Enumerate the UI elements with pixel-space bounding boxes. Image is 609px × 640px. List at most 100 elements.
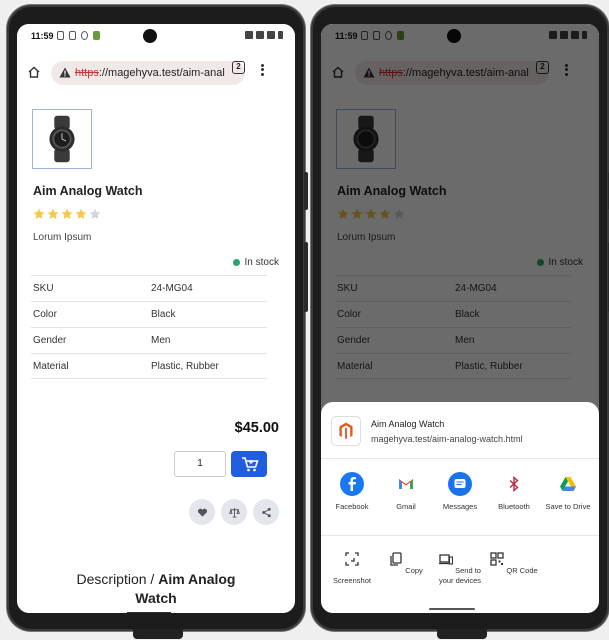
product-image[interactable] [32,109,92,169]
attr-value: Men [151,335,171,346]
heart-icon [197,508,207,517]
app-label: Save to Drive [545,502,591,511]
product-title: Aim Analog Watch [33,184,143,198]
table-row: Color Black [31,301,267,327]
star-filled-icon [75,208,87,219]
star-empty-icon [89,208,101,219]
share-tools-row: Screenshot Copy Send to your devices QR … [325,552,541,586]
table-row: SKU 24-MG04 [31,275,267,301]
qr-code-icon [490,552,504,566]
screenshot-button[interactable]: Screenshot [325,552,379,586]
magento-logo-icon [331,416,361,446]
cart-icon [242,457,259,472]
more-menu-icon[interactable] [261,62,265,78]
front-camera [143,29,157,43]
description-heading: Description / Aim Analog Watch [17,570,295,608]
status-bar: 11:59 [17,24,295,50]
table-row: Material Plastic, Rubber [31,353,267,379]
send-to-devices-button[interactable]: Send to your devices [433,552,487,586]
link-icon [256,31,264,39]
attr-value: 24-MG04 [151,283,193,294]
tab-switcher-button[interactable]: 2 [232,61,245,74]
status-time: 11:59 [31,31,54,41]
description-product-name: Aim Analog [158,571,236,587]
stock-text: In stock [244,257,279,268]
description-prefix: Description / [76,571,159,587]
phone-right: 11:59 https://magehyva.test/aim-anal 2 [311,5,609,639]
battery-icon [278,31,283,39]
share-sheet: Aim Analog Watch magehyva.test/aim-analo… [321,402,599,613]
share-app-messages[interactable]: Messages [433,472,487,511]
app-label: Messages [442,502,478,511]
devices-icon [439,554,454,565]
app-label: Facebook [335,502,369,511]
share-icon [261,507,271,517]
bluetooth-icon [502,472,526,496]
android-icon [93,31,100,40]
share-url: magehyva.test/aim-analog-watch.html [371,434,523,444]
description-product-name-2: Watch [135,590,177,606]
copy-button[interactable]: Copy [379,552,433,586]
url-scheme: https [75,67,99,79]
share-apps-row: Facebook Gmail Messages Bluetooth Save t… [325,472,599,511]
attributes-table: SKU 24-MG04 Color Black Gender Men Material… [31,275,267,379]
stock-status: In stock [232,257,279,268]
star-filled-icon [61,208,73,219]
quantity-input[interactable]: 1 [174,451,226,477]
table-row: Gender Men [31,327,267,353]
attr-label: Material [33,360,69,372]
screen-right: 11:59 https://magehyva.test/aim-anal 2 [321,24,599,613]
wifi-icon [267,31,275,39]
attr-value: Plastic, Rubber [151,360,219,372]
scale-icon [228,507,240,518]
cast-icon [245,31,253,39]
home-icon[interactable] [28,66,40,78]
share-app-gmail[interactable]: Gmail [379,472,433,511]
gmail-icon [394,472,418,496]
url-field[interactable]: https://magehyva.test/aim-anal [51,61,245,85]
tool-label: Screenshot [333,576,371,585]
attr-value: Black [151,309,176,320]
gesture-handle [429,608,475,610]
share-title: Aim Analog Watch [371,419,445,429]
drive-icon [556,472,580,496]
attr-label: SKU [33,283,54,294]
app-label: Gmail [396,502,416,511]
share-app-bluetooth[interactable]: Bluetooth [487,472,541,511]
notification-icon [57,31,64,40]
stock-dot-icon [232,259,240,266]
share-app-drive[interactable]: Save to Drive [541,472,595,511]
star-filled-icon [47,208,59,219]
product-subtitle: Lorum Ipsum [33,232,92,243]
notification-icon [69,31,76,40]
attr-label: Color [33,309,57,320]
phone-left: 11:59 https://magehyva.test/aim-anal 2 A… [7,5,308,639]
product-actions [189,499,279,525]
description-underline [127,612,171,613]
browser-toolbar: https://magehyva.test/aim-anal 2 [17,54,295,90]
tool-label: QR Code [506,566,538,575]
share-button[interactable] [253,499,279,525]
copy-icon [390,552,402,566]
facebook-icon [340,472,364,496]
tool-label: Send to your devices [438,566,482,585]
add-to-cart-button[interactable] [231,451,267,477]
star-filled-icon [33,208,45,219]
app-label: Bluetooth [498,502,530,511]
tool-label: Copy [405,566,423,575]
screenshot-icon [345,552,359,566]
messages-icon [448,472,472,496]
watch-image [49,115,75,163]
compare-button[interactable] [221,499,247,525]
attr-label: Gender [33,335,67,346]
share-preview: Aim Analog Watch magehyva.test/aim-analo… [331,416,589,450]
url-text: ://magehyva.test/aim-anal [98,67,225,79]
qr-code-button[interactable]: QR Code [487,552,541,586]
product-page: Aim Analog Watch Lorum Ipsum In stock SK… [17,92,295,613]
product-price: $45.00 [234,420,279,436]
wishlist-button[interactable] [189,499,215,525]
rating-stars [33,208,101,220]
media-icon [81,31,88,40]
share-app-facebook[interactable]: Facebook [325,472,379,511]
warning-icon[interactable] [59,67,71,78]
